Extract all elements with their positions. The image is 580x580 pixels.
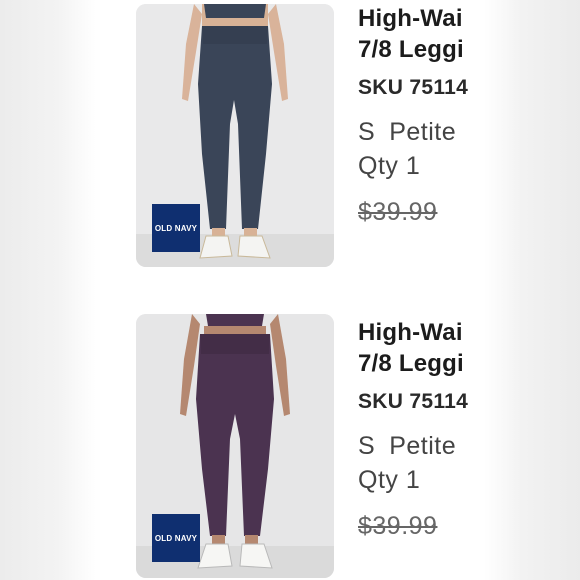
old-navy-logo: OLD NAVY	[152, 514, 200, 562]
cart-screen: OLD NAVY High-Wai 7/8 Leggi SKU 75114 SP…	[96, 0, 484, 580]
product-title[interactable]: High-Wai 7/8 Leggi	[358, 3, 484, 65]
size-value: S	[358, 432, 376, 460]
sku-label: SKU 75114	[358, 390, 469, 413]
background-blur-right	[484, 0, 580, 580]
variant-label: S Petite	[358, 118, 456, 147]
product-title-line1: High-Wai	[358, 5, 463, 32]
original-price: $39.99	[358, 198, 438, 226]
product-title[interactable]: High-Wai 7/8 Leggi	[358, 317, 484, 379]
product-title-line1: High-Wai	[358, 319, 463, 346]
product-title-line2: 7/8 Leggi	[358, 350, 464, 377]
fit-value: Petite	[389, 118, 457, 146]
product-title-line2: 7/8 Leggi	[358, 36, 464, 63]
fit-value: Petite	[389, 432, 457, 460]
product-image[interactable]: OLD NAVY	[136, 4, 334, 267]
variant-label: S Petite	[358, 432, 456, 461]
old-navy-logo: OLD NAVY	[152, 204, 200, 252]
quantity-label: Qty 1	[358, 466, 421, 494]
original-price: $39.99	[358, 512, 438, 540]
size-value: S	[358, 118, 376, 146]
sku-label: SKU 75114	[358, 76, 469, 99]
background-blur-left	[0, 0, 96, 580]
product-image[interactable]: OLD NAVY	[136, 314, 334, 578]
quantity-label: Qty 1	[358, 152, 421, 180]
